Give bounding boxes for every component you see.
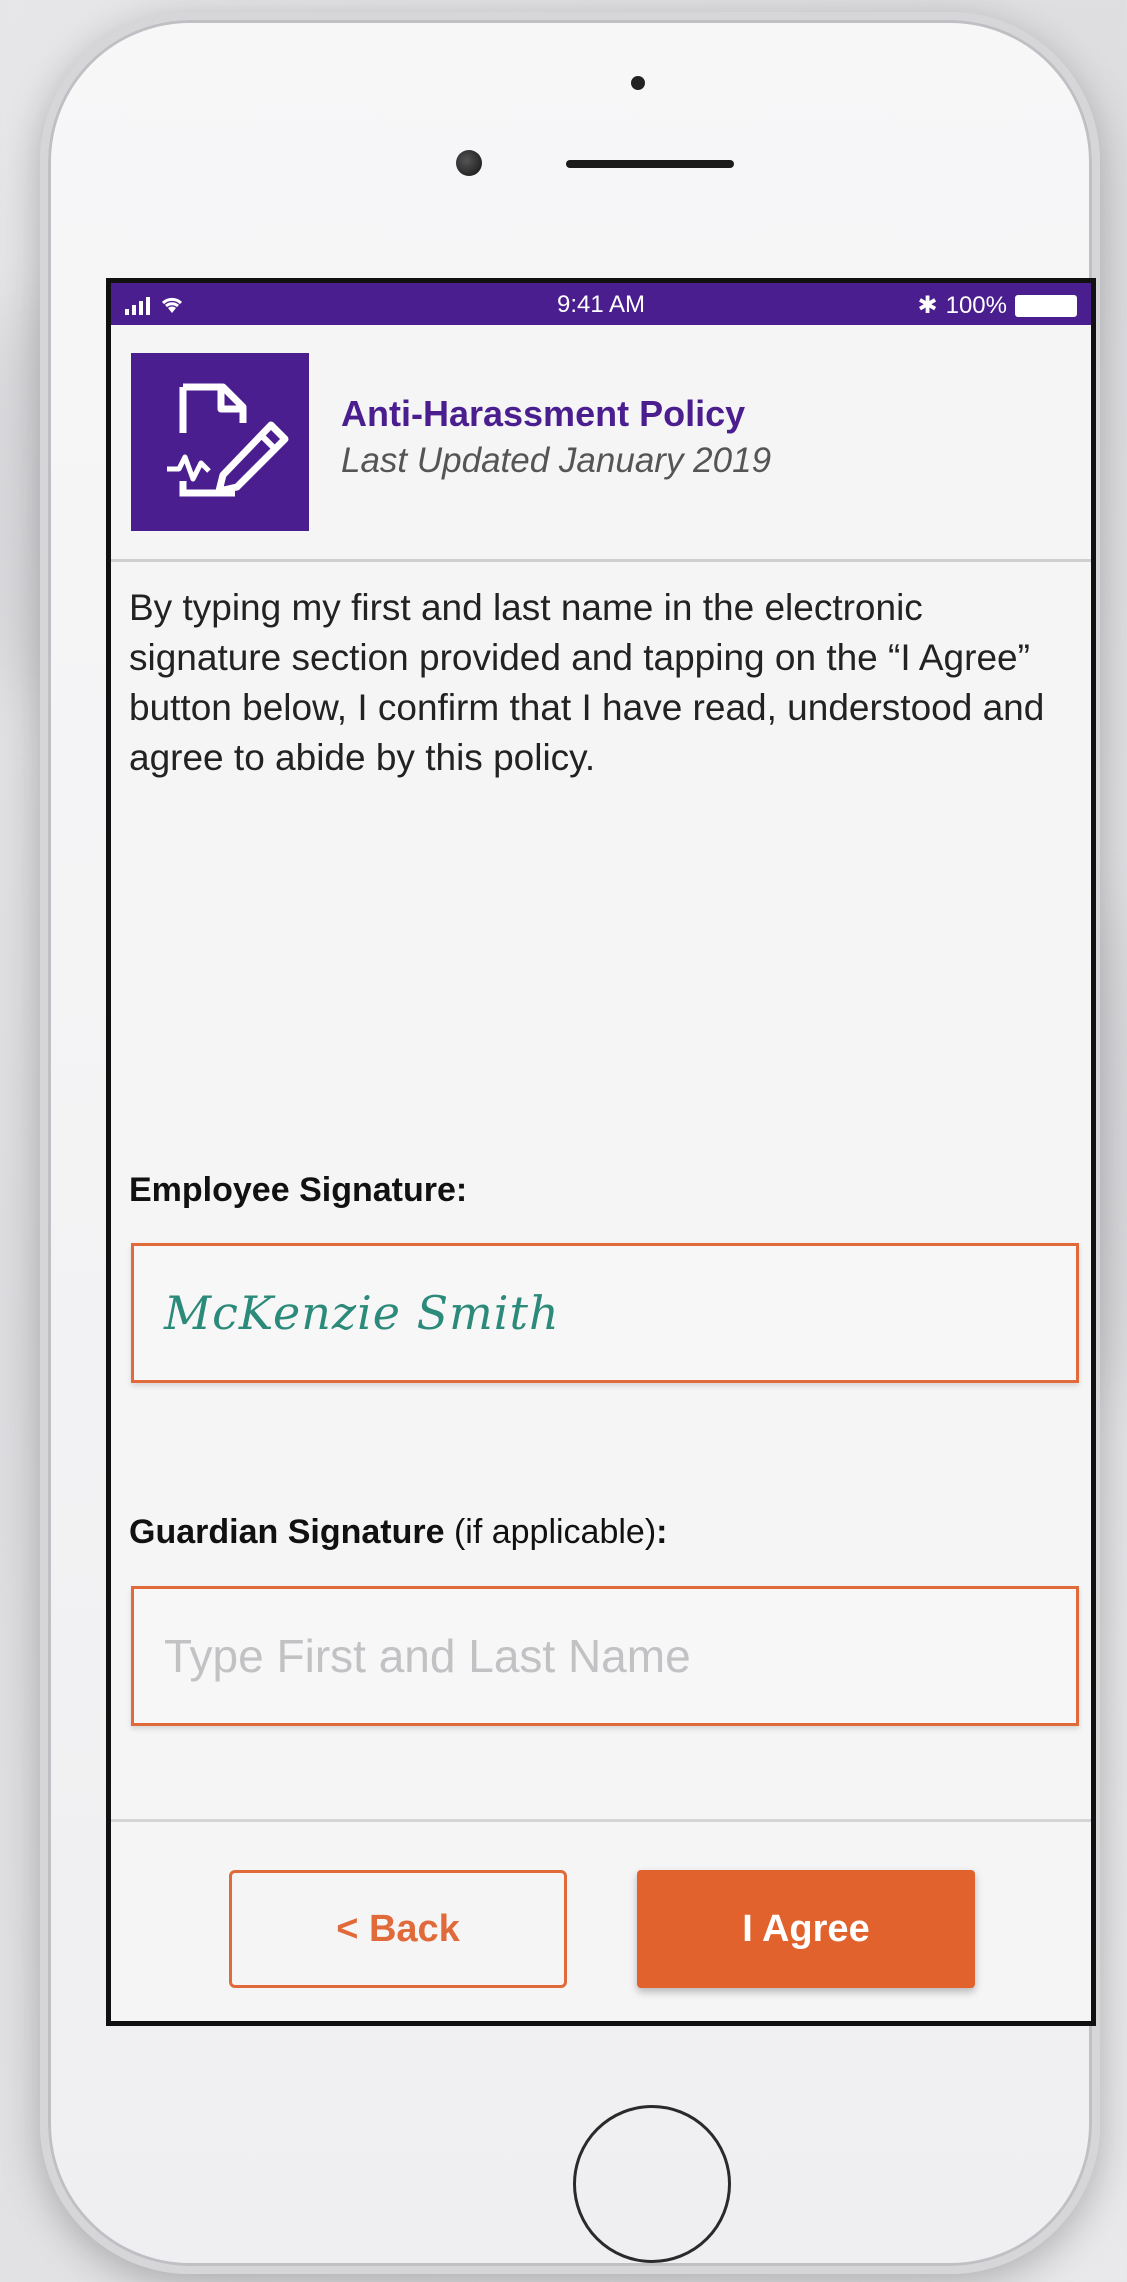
- guardian-signature-placeholder: Type First and Last Name: [164, 1630, 691, 1682]
- battery-percent: 100%: [945, 291, 1007, 319]
- employee-signature-value: McKenzie Smith: [164, 1286, 560, 1340]
- home-button[interactable]: [573, 2105, 731, 2263]
- status-right: ✱ 100%: [917, 291, 1077, 320]
- footer-divider: [111, 1819, 1091, 1822]
- guardian-signature-field[interactable]: Type First and Last Name: [131, 1586, 1079, 1726]
- employee-signature-field[interactable]: McKenzie Smith: [131, 1243, 1079, 1383]
- policy-header: Anti-Harassment Policy Last Updated Janu…: [111, 325, 1091, 562]
- agreement-text: By typing my first and last name in the …: [129, 587, 1045, 778]
- policy-title: Anti-Harassment Policy: [341, 393, 746, 434]
- proximity-sensor: [631, 76, 645, 90]
- battery-icon: [1015, 294, 1077, 317]
- guardian-signature-label: Guardian Signature (if applicable):: [129, 1513, 668, 1551]
- policy-updated-date: Last Updated January 2019: [341, 441, 772, 480]
- status-bar: 9:41 AM ✱ 100%: [111, 283, 1091, 325]
- bluetooth-icon: ✱: [917, 292, 938, 319]
- earpiece-speaker: [566, 160, 734, 168]
- document-signature-icon: [131, 353, 309, 531]
- employee-signature-label: Employee Signature:: [129, 1171, 468, 1209]
- app-screen: 9:41 AM ✱ 100% Anti-Harassment Policy La…: [106, 278, 1096, 2026]
- back-button[interactable]: < Back: [229, 1870, 567, 1988]
- agree-button[interactable]: I Agree: [637, 1870, 975, 1988]
- front-camera: [456, 150, 482, 176]
